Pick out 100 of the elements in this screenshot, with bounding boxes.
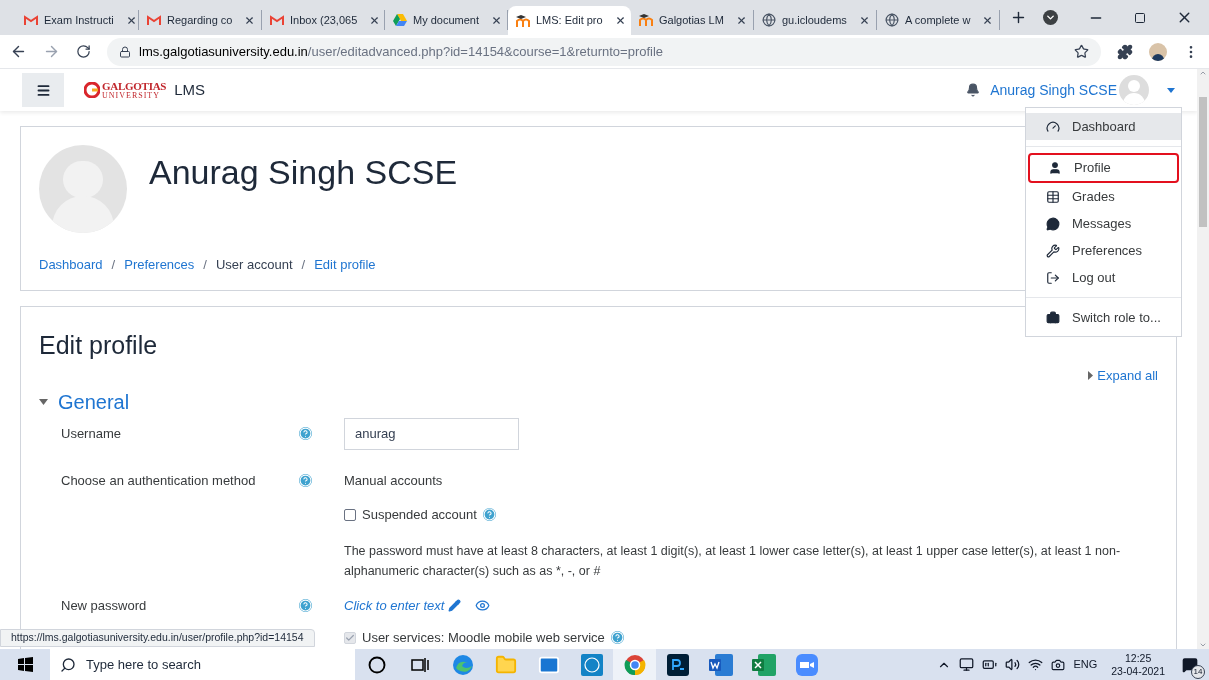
start-icon[interactable] <box>17 657 33 672</box>
user-full-name: Anurag Singh SCSE <box>149 152 458 193</box>
speech-bubble-icon <box>1046 216 1060 231</box>
language-indicator[interactable]: ENG <box>1073 656 1098 673</box>
chrome-icon <box>623 653 646 676</box>
browser-tab[interactable]: Exam Instructi <box>16 10 139 30</box>
camera-icon[interactable] <box>1051 657 1066 672</box>
username-field[interactable]: anurag <box>344 417 519 450</box>
browser-tab[interactable]: Inbox (23,065 <box>262 10 385 30</box>
browser-tab[interactable]: Regarding co <box>139 10 262 30</box>
monitor-icon[interactable] <box>959 657 975 672</box>
avatar-icon[interactable] <box>1149 42 1167 61</box>
expand-all-link[interactable]: Expand all <box>1088 365 1158 385</box>
help-icon[interactable] <box>482 508 496 522</box>
user-name-link[interactable]: Anurag Singh SCSE <box>990 79 1117 101</box>
video-camera-icon <box>795 653 818 676</box>
logout-icon <box>1046 270 1060 285</box>
field-label: Choose an authentication method <box>61 472 256 490</box>
cap-icon <box>516 14 530 27</box>
mail-icon <box>270 14 284 26</box>
puzzle-icon[interactable] <box>1117 43 1133 60</box>
search-icon <box>60 656 76 673</box>
address-bar[interactable]: lms.galgotiasuniversity.edu.in/user/editadvanced.php?id=14154&course=1&returnto=profile <box>107 37 1101 66</box>
scrollbar-thumb[interactable] <box>1199 97 1207 227</box>
mail-icon <box>147 14 161 26</box>
breadcrumb-item: User account <box>215 256 293 274</box>
forward-icon[interactable] <box>43 43 60 60</box>
section-toggle[interactable]: General <box>39 387 1158 417</box>
site-name[interactable]: LMS <box>174 78 205 102</box>
speaker-icon[interactable] <box>1005 657 1021 672</box>
checkbox[interactable] <box>344 508 356 521</box>
breadcrumb-separator: / <box>203 256 207 274</box>
user-icon <box>1048 161 1062 175</box>
menu-button[interactable] <box>22 73 64 107</box>
spreadsheet-app-icon <box>751 653 776 676</box>
caret-icon <box>1088 370 1094 380</box>
clock[interactable]: 12:25 23-04-2021 <box>1105 651 1171 678</box>
document-app-icon <box>708 653 733 676</box>
breadcrumb-item[interactable]: Preferences <box>124 255 195 275</box>
task-view-icon <box>410 656 429 673</box>
close-icon[interactable] <box>125 14 137 26</box>
menu-icon <box>35 82 51 98</box>
reload-icon[interactable] <box>76 44 91 59</box>
wifi-icon[interactable] <box>1028 657 1044 672</box>
field-value: Manual accounts <box>344 472 443 490</box>
menu-item[interactable]: Dashboard <box>1026 113 1181 140</box>
lock-icon <box>119 45 131 58</box>
globe-icon <box>762 13 776 27</box>
caret-icon[interactable] <box>1167 87 1175 93</box>
mail-icon <box>24 14 38 26</box>
circle-icon <box>367 655 386 674</box>
close-icon[interactable] <box>244 14 256 26</box>
browser-tab[interactable]: A complete w <box>877 10 1000 30</box>
password-edit-link[interactable]: Click to enter text <box>344 596 462 616</box>
browser-tab[interactable]: Galgotias LM <box>631 10 754 30</box>
briefcase-icon <box>1046 310 1060 325</box>
cap-icon <box>639 14 653 26</box>
scrollbar[interactable] <box>1197 69 1209 649</box>
globe-icon <box>885 13 899 27</box>
close-icon[interactable] <box>982 14 994 26</box>
triangle-icon <box>393 14 407 26</box>
help-icon[interactable] <box>299 474 312 487</box>
pencil-icon <box>448 599 462 613</box>
field-label: Username <box>61 424 121 443</box>
close-icon[interactable] <box>735 14 747 26</box>
circle-logo-icon <box>580 653 603 676</box>
gauge-icon <box>1046 119 1060 134</box>
tab-search-icon[interactable] <box>1043 10 1058 25</box>
close-icon[interactable] <box>614 15 626 26</box>
browser-tab[interactable]: LMS: Edit pro <box>508 6 631 35</box>
new-tab-icon[interactable] <box>1010 9 1027 26</box>
help-icon[interactable] <box>299 426 312 440</box>
browser-icon <box>451 653 474 676</box>
browser-tab[interactable]: gu.icloudems <box>754 10 877 30</box>
field-label: New password <box>61 597 147 615</box>
close-icon[interactable] <box>858 14 870 26</box>
menu-item[interactable]: Profile <box>1028 153 1179 183</box>
eye-icon[interactable] <box>475 598 491 614</box>
checkbox-label[interactable]: Suspended account <box>362 505 477 525</box>
table-icon <box>1046 189 1060 204</box>
close-icon[interactable] <box>369 14 381 26</box>
breadcrumb-separator: / <box>301 256 306 274</box>
search-field[interactable]: Type here to search <box>50 649 355 680</box>
page-heading: Edit profile <box>39 330 159 361</box>
wrench-icon <box>1046 243 1060 258</box>
breadcrumb-item[interactable]: Dashboard <box>39 255 103 275</box>
university-logo[interactable]: GALGOTIAS UNIVERSITY <box>84 80 167 100</box>
caret-icon <box>39 399 48 405</box>
photo-editor-icon <box>666 653 689 676</box>
breadcrumb-item[interactable]: Edit profile <box>314 255 376 275</box>
password-policy-text: The password must have at least 8 characters, at least 1 digit(s), at least 1 lower case letter(s), at least 1 upper case letter(s), at least 1 non-alphanumeric character(s) such as as *, -, or # <box>344 543 1122 580</box>
restore-icon[interactable] <box>1134 11 1146 24</box>
close-icon[interactable] <box>491 14 503 26</box>
battery-icon[interactable] <box>982 657 998 672</box>
browser-tab[interactable]: My document <box>385 10 508 30</box>
star-icon[interactable] <box>1074 44 1089 59</box>
bell-icon[interactable] <box>966 83 981 97</box>
back-icon[interactable] <box>10 43 27 60</box>
help-icon[interactable] <box>299 599 312 612</box>
folder-icon <box>494 653 517 676</box>
